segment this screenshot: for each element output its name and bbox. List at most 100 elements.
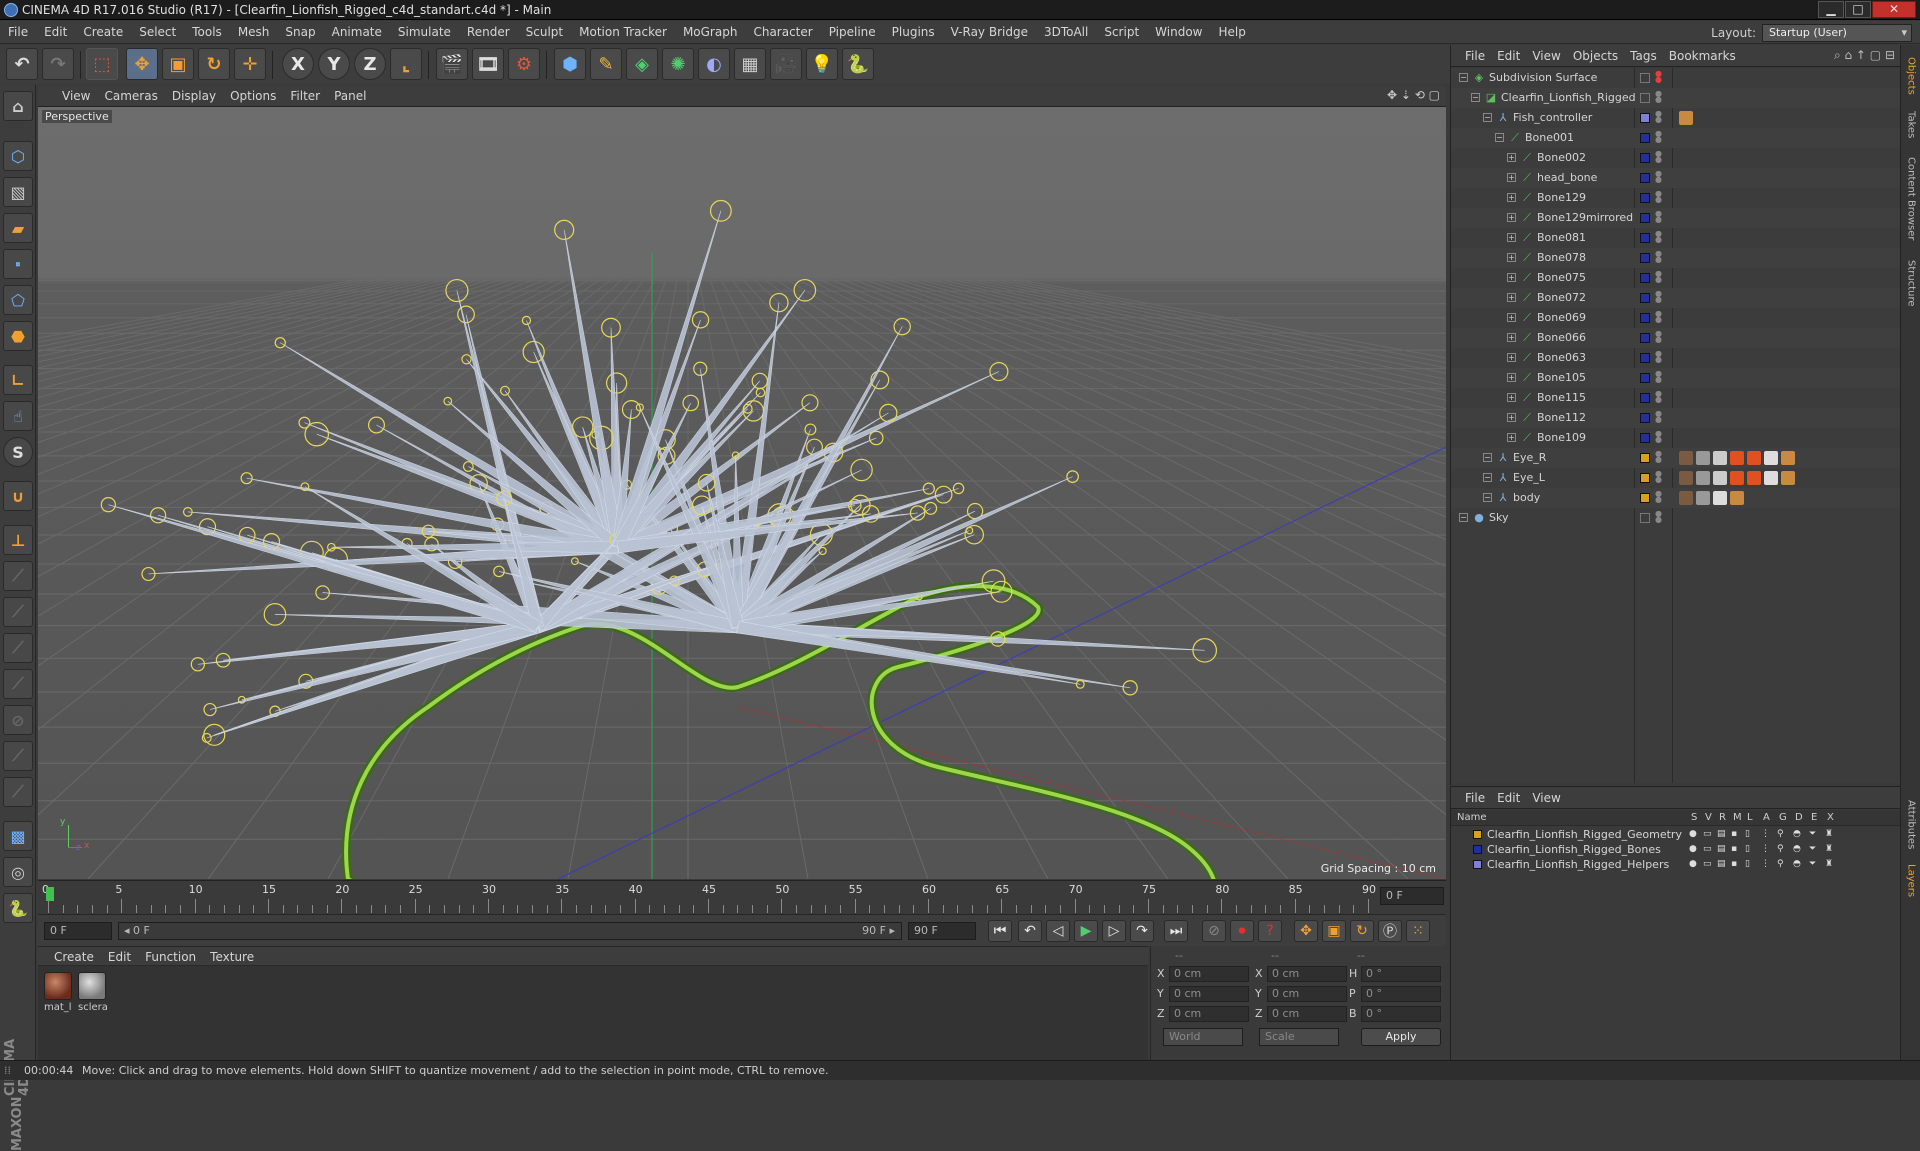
subdivision-generator-icon[interactable]: ◈ [626,48,658,80]
layer-toggle-icon[interactable]: ♜ [1825,827,1833,842]
side-tab-attributes[interactable]: Attributes [1903,795,1919,855]
object-row[interactable]: + ⟋ Bone002 ● ● [1451,148,1901,168]
checker-tag-icon[interactable] [1713,491,1727,505]
menu-edit[interactable]: Edit [36,21,75,44]
previous-frame-icon[interactable]: ◁ [1046,920,1070,942]
3d-viewport[interactable]: Perspective y x z Grid Spacing : 10 cm [38,107,1446,879]
object-row[interactable]: − ⅄ Eye_L ● ● [1451,468,1901,488]
object-row[interactable]: + ⟋ Bone063 ● ● [1451,348,1901,368]
visibility-dots-icon[interactable]: ● ● [1655,310,1662,325]
axis-mode-icon[interactable]: ∟ [3,365,33,395]
object-menu-bookmarks[interactable]: Bookmarks [1663,45,1742,67]
close-button[interactable]: ✕ [1872,1,1916,18]
render-settings-icon[interactable]: ⚙ [508,48,540,80]
current-frame-field[interactable]: 0 F [1380,887,1444,905]
layer-menu-view[interactable]: View [1526,787,1566,809]
object-row[interactable]: − ◈ Subdivision Surface ● ● [1451,68,1901,88]
expand-toggle-icon[interactable]: + [1507,293,1516,302]
expand-toggle-icon[interactable]: + [1507,153,1516,162]
go-to-end-icon[interactable]: ⏭ [1164,920,1188,942]
object-menu-edit[interactable]: Edit [1491,45,1526,67]
previous-key-icon[interactable]: ↶ [1018,920,1042,942]
playhead-marker[interactable] [46,887,54,901]
menu-create[interactable]: Create [75,21,131,44]
viewport-navigation-icon[interactable]: ✥ ⇣ ⟲ ▢ [1387,88,1440,102]
skin-tool-icon[interactable]: ⊘ [3,705,33,735]
layer-column-l[interactable]: L [1747,810,1753,826]
layer-toggle-icon[interactable]: ◓ [1793,827,1801,842]
object-row[interactable]: + ⟋ Bone129 ● ● [1451,188,1901,208]
visibility-dots-icon[interactable]: ● ● [1655,290,1662,305]
menu-plugins[interactable]: Plugins [884,21,943,44]
layer-color-swatch[interactable] [1640,393,1650,403]
layout-dropdown[interactable]: Startup (User) [1762,23,1912,42]
expand-toggle-icon[interactable]: − [1483,493,1492,502]
workplane-icon[interactable]: ⊥ [3,525,33,555]
mograph-cloner-icon[interactable]: ✺ [662,48,694,80]
frame-range-slider[interactable]: ◂ 0 F 90 F ▸ [118,922,902,940]
layer-toggle-icon[interactable]: ● [1689,857,1697,872]
object-row[interactable]: + ⟋ Bone105 ● ● [1451,368,1901,388]
visibility-dots-icon[interactable]: ● ● [1655,230,1662,245]
visibility-dots-icon[interactable]: ● ● [1655,510,1662,525]
x-axis-lock-icon[interactable]: X [282,48,314,80]
viewport-menu-display[interactable]: Display [165,86,223,107]
visibility-dots-icon[interactable]: ● ● [1655,410,1662,425]
last-tool-icon[interactable]: ✛ [234,48,266,80]
expand-toggle-icon[interactable]: + [1507,433,1516,442]
menu-sculpt[interactable]: Sculpt [518,21,571,44]
object-row[interactable]: − ◪ Clearfin_Lionfish_Rigged ● ● [1451,88,1901,108]
layer-column-r[interactable]: R [1719,810,1726,826]
key-rotation-icon[interactable]: ↻ [1350,920,1374,942]
side-tab-content-browser[interactable]: Content Browser [1903,149,1919,249]
layer-toggle-icon[interactable]: ◓ [1793,842,1801,857]
coordinate-system-icon[interactable]: ⌞ [390,48,422,80]
expand-toggle-icon[interactable]: − [1459,513,1468,522]
object-menu-objects[interactable]: Objects [1567,45,1624,67]
material-menu-texture[interactable]: Texture [203,947,261,967]
tag-icon[interactable] [1730,491,1744,505]
material-swatch[interactable] [44,972,72,1000]
layer-menu-file[interactable]: File [1451,787,1491,809]
move-tool-icon[interactable]: ✥ [126,48,158,80]
layer-color-swatch[interactable] [1640,133,1650,143]
visibility-dots-icon[interactable]: ● ● [1655,350,1662,365]
material-tag-icon[interactable] [1696,451,1710,465]
layer-toggle-icon[interactable]: ⏷ [1809,827,1816,842]
object-row[interactable]: + ⟋ head_bone ● ● [1451,168,1901,188]
layer-color-swatch[interactable] [1640,493,1650,503]
layer-column-name[interactable]: Name [1457,810,1487,826]
layer-color-swatch[interactable] [1640,293,1650,303]
menu-tools[interactable]: Tools [184,21,230,44]
expand-toggle-icon[interactable]: + [1507,173,1516,182]
visibility-dots-icon[interactable]: ● ● [1655,370,1662,385]
deformer-icon[interactable]: ◐ [698,48,730,80]
live-selection-icon[interactable]: ⬚ [86,48,118,80]
menu-pipeline[interactable]: Pipeline [821,21,884,44]
joint-tool-icon[interactable]: ⟋ [3,561,33,591]
layer-toggle-icon[interactable]: ▤ [1717,857,1726,872]
layer-toggle-icon[interactable]: ♜ [1825,857,1833,872]
start-frame-field[interactable]: 0 F [44,922,112,940]
expand-toggle-icon[interactable]: + [1507,313,1516,322]
visibility-dots-icon[interactable]: ● ● [1655,130,1662,145]
coord-value-field[interactable]: 0 cm [1169,1006,1249,1022]
object-menu-file[interactable]: File [1451,45,1491,67]
expand-toggle-icon[interactable]: − [1483,113,1492,122]
constraint-tag-icon[interactable] [1747,471,1761,485]
texture-tag-icon[interactable] [1679,451,1693,465]
visibility-dots-icon[interactable]: ● ● [1655,250,1662,265]
layer-row[interactable]: Clearfin_Lionfish_Rigged_Geometry ● ▭ ▤ ▪ ▯ ⋮ ⚲… [1451,827,1901,842]
object-row[interactable]: − ⅄ Eye_R ● ● [1451,448,1901,468]
workplane-mode-icon[interactable]: ▰ [3,213,33,243]
snap-icon[interactable]: S [3,437,33,467]
record-keys-icon[interactable]: ⊘ [1202,920,1226,942]
menu-mesh[interactable]: Mesh [230,21,278,44]
layer-color-swatch[interactable] [1640,93,1650,103]
layer-toggle-icon[interactable]: ▪ [1731,842,1737,857]
visibility-dots-icon[interactable]: ● ● [1655,270,1662,285]
pose-tool-icon[interactable]: ⟋ [3,669,33,699]
object-row[interactable]: + ⟋ Bone081 ● ● [1451,228,1901,248]
scene-canvas[interactable] [38,107,1446,879]
maximize-button[interactable]: □ [1845,1,1871,18]
